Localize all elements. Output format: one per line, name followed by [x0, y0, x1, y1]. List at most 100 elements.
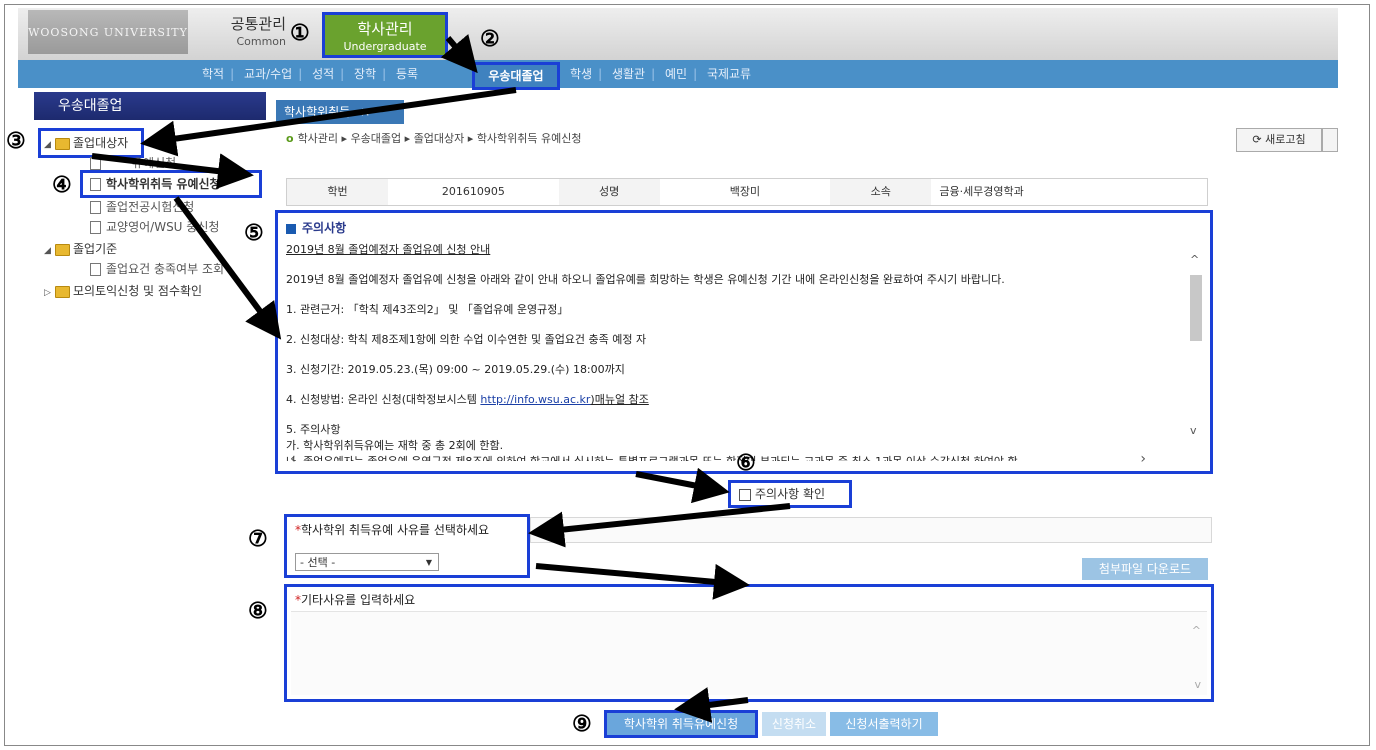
nav-item-international[interactable]: 국제교류	[707, 67, 751, 81]
nav-item-academic-record[interactable]: 학적	[202, 67, 224, 81]
folder-icon	[55, 285, 70, 298]
textarea-scroll-down-icon[interactable]: v	[1194, 678, 1201, 691]
marker-6: ⑥	[736, 450, 756, 476]
student-dept-label: 소속	[830, 179, 932, 205]
checkbox-icon[interactable]	[739, 488, 751, 501]
notice-panel[interactable]: 주의사항 2019년 8월 졸업예정자 졸업유예 신청 안내 2019년 8월 …	[275, 210, 1213, 474]
nav-item-graduation[interactable]: 우송대졸업	[472, 62, 560, 90]
content-tab-label: 학사학위취득	[284, 105, 351, 119]
marker-1: ①	[290, 20, 310, 46]
document-icon	[90, 263, 101, 276]
undergraduate-tab-label: 학사관리	[357, 20, 413, 38]
nav-item-course[interactable]: 교과/수업	[244, 67, 292, 81]
refresh-button[interactable]: ⟳ 새로고침	[1236, 128, 1322, 152]
marker-9: ⑨	[572, 711, 592, 737]
nav-item-grades[interactable]: 성적	[312, 67, 334, 81]
close-icon[interactable]: ×	[360, 105, 370, 119]
breadcrumb-item: 우송대졸업	[350, 132, 402, 145]
nav-item-registration[interactable]: 등록	[396, 67, 418, 81]
reason-label: *학사학위 취득유예 사유를 선택하세요	[295, 521, 489, 538]
sidebar-folder-label: 졸업대상자	[73, 136, 129, 150]
extra-toolbar-button[interactable]	[1322, 128, 1338, 152]
reason-select[interactable]: - 선택 - ▼	[295, 553, 439, 571]
common-tab-label: 공통관리	[230, 15, 286, 33]
sidebar-folder-grad-criteria[interactable]: ◢ 졸업기준	[44, 240, 117, 258]
reason-select-value: - 선택 -	[300, 556, 336, 569]
nav-item-scholarship[interactable]: 장학	[354, 67, 376, 81]
nav-item-student[interactable]: 학생	[570, 67, 592, 81]
sidebar-item-label: 학사학위취득 유예신청	[106, 177, 221, 191]
document-icon	[90, 178, 101, 191]
university-logo: WOOSONG UNIVERSITY	[28, 10, 188, 54]
notice-item-5: 5. 주의사항	[286, 423, 341, 436]
common-tab[interactable]: 공통관리 Common	[190, 14, 286, 56]
textarea-scroll-up-icon[interactable]: ^	[1192, 624, 1201, 637]
scroll-left-icon[interactable]: ‹	[290, 451, 296, 467]
scroll-right-icon[interactable]: ›	[1140, 451, 1146, 467]
nav-menu-right: 학생 | 생활관 | 예민 | 국제교류	[570, 67, 752, 81]
sidebar-folder-toeic[interactable]: ▷ 모의토익신청 및 점수확인	[44, 282, 202, 300]
folder-icon	[55, 243, 70, 256]
etc-reason-label-text: 기타사유를 입력하세요	[301, 593, 416, 607]
submit-deferral-button[interactable]: 학사학위 취득유예신청	[604, 710, 758, 738]
sidebar-item-degree-deferral[interactable]: 학사학위취득 유예신청	[90, 175, 221, 193]
marker-4: ④	[52, 172, 72, 198]
marker-7: ⑦	[248, 526, 268, 552]
student-name-label: 성명	[558, 179, 660, 205]
common-tab-sublabel: Common	[236, 35, 286, 48]
nav-item-dormitory[interactable]: 생활관	[612, 67, 645, 81]
marker-8: ⑧	[248, 598, 268, 624]
notice-heading: 주의사항	[286, 219, 346, 236]
expand-triangle-icon: ◢	[44, 246, 51, 256]
notice-item-4-text: 4. 신청방법: 온라인 신청(대학정보시스템	[286, 393, 481, 406]
cancel-application-button[interactable]: 신청취소	[762, 712, 826, 736]
sidebar-item-label: 유예신청	[132, 156, 177, 170]
marker-5: ⑤	[244, 220, 264, 246]
sidebar-item-english[interactable]: 교양영어/WSU 중신청	[90, 218, 219, 236]
sidebar-item-major-exam[interactable]: 졸업전공시험신청	[90, 198, 194, 216]
sidebar-item-label: 교양영어/WSU 중신청	[106, 220, 220, 234]
refresh-icon: ⟳	[1252, 133, 1262, 146]
breadcrumb-item: 학사학위취득 유예신청	[476, 132, 582, 145]
print-application-button[interactable]: 신청서출력하기	[830, 712, 938, 736]
info-system-link[interactable]: http://info.wsu.ac.kr	[480, 393, 590, 406]
document-icon	[90, 157, 101, 170]
marker-2: ②	[480, 26, 500, 52]
notice-heading-text: 주의사항	[302, 221, 347, 235]
content-tab[interactable]: 학사학위취득 ×	[276, 100, 404, 124]
nav-menu: 학적 | 교과/수업 | 성적 | 장학 | 등록	[202, 67, 419, 81]
notice-item-1: 1. 관련근거: 「학칙 제43조의2」 및 「졸업유예 운영규정」	[286, 303, 569, 316]
notice-item-2: 2. 신청대상: 학칙 제8조제1항에 의한 수업 이수연한 및 졸업요건 충족…	[286, 333, 647, 346]
sidebar-folder-label: 모의토익신청 및 점수확인	[73, 284, 203, 298]
marker-3: ③	[6, 128, 26, 154]
reason-label-text: 학사학위 취득유예 사유를 선택하세요	[301, 523, 490, 537]
notice-item-3: 3. 신청기간: 2019.05.23.(목) 09:00 ~ 2019.05.…	[286, 363, 625, 376]
student-id-value: 201610905	[441, 185, 505, 198]
notice-item-4-suffix: )매뉴얼 참조	[590, 393, 649, 406]
student-id-label: 학번	[287, 179, 389, 205]
notice-confirm-label: 주의사항 확인	[755, 487, 826, 501]
reason-select-area: *학사학위 취득유예 사유를 선택하세요 - 선택 - ▼	[284, 514, 530, 578]
notice-vertical-scrollbar[interactable]: ^ v	[1188, 251, 1204, 439]
notice-bullet-icon	[286, 223, 296, 234]
scroll-up-icon[interactable]: ^	[1190, 253, 1199, 266]
etc-reason-textarea[interactable]: ^ v	[291, 611, 1207, 695]
breadcrumb-item: 졸업대상자	[413, 132, 465, 145]
scroll-thumb[interactable]	[1190, 275, 1202, 341]
notice-title: 2019년 8월 졸업예정자 졸업유예 신청 안내	[286, 243, 491, 256]
scroll-down-icon[interactable]: v	[1190, 424, 1197, 437]
sidebar-item-label: 졸업전공시험신청	[106, 200, 195, 214]
nav-item-reserve[interactable]: 예민	[665, 67, 687, 81]
attachment-download-button[interactable]: 첨부파일 다운로드	[1082, 558, 1208, 580]
undergraduate-tab[interactable]: 학사관리 Undergraduate	[322, 12, 448, 58]
reason-row-background	[530, 517, 1212, 543]
sidebar-item-grad-check[interactable]: 졸업요건 충족여부 조회	[90, 260, 224, 278]
breadcrumb: o 학사관리 ▸ 우송대졸업 ▸ 졸업대상자 ▸ 학사학위취득 유예신청	[286, 132, 582, 145]
notice-confirm-checkbox[interactable]: 주의사항 확인	[728, 480, 852, 508]
collapse-triangle-icon: ▷	[44, 288, 51, 298]
etc-reason-label: *기타사유를 입력하세요	[295, 591, 415, 608]
sidebar-folder-grad-target[interactable]: ◢ 졸업대상자	[44, 134, 128, 152]
etc-reason-area: *기타사유를 입력하세요 ^ v	[284, 584, 1214, 702]
notice-item-4: 4. 신청방법: 온라인 신청(대학정보시스템 http://info.wsu.…	[286, 391, 1186, 407]
notice-body: 2019년 8월 졸업예정자 졸업유예 신청 안내 2019년 8월 졸업예정자…	[286, 239, 1186, 461]
